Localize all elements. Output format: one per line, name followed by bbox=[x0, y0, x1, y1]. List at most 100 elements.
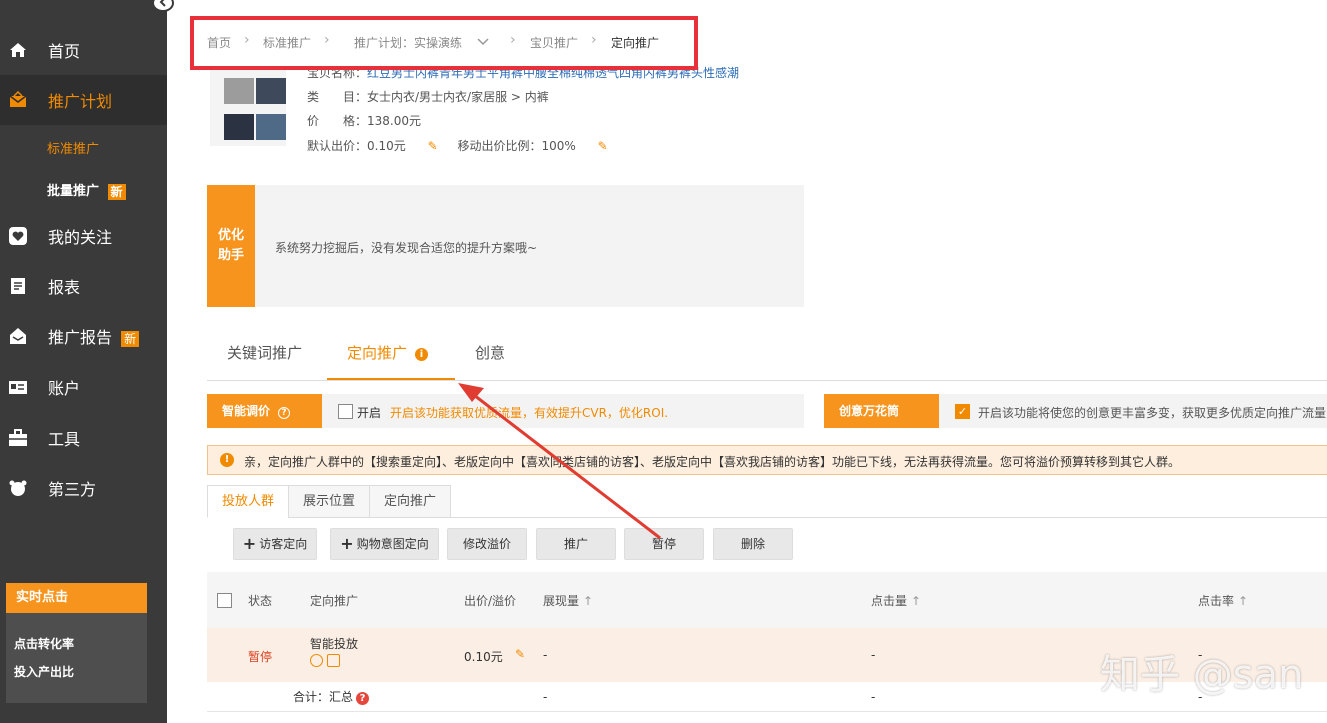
th-bid: 出价/溢价 bbox=[464, 594, 517, 608]
edit-premium-button[interactable]: 修改溢价 bbox=[447, 528, 527, 560]
optimizer-tag-text: 优化助手 bbox=[217, 228, 244, 263]
default-bid-value: 0.10元 bbox=[367, 139, 406, 153]
sort-up-icon: ↑ bbox=[1238, 594, 1249, 608]
nav-campaign[interactable]: 推广计划 bbox=[0, 75, 167, 125]
tab-targeting-label: 定向推广 bbox=[347, 344, 408, 362]
breadcrumb-standard[interactable]: 标准推广 bbox=[263, 34, 311, 51]
collapse-sidebar-button[interactable] bbox=[152, 0, 174, 12]
info-icon[interactable]: i bbox=[415, 348, 429, 361]
breadcrumb-separator-icon: › bbox=[324, 32, 330, 48]
creative-tag: 创意万花筒 bbox=[824, 394, 939, 428]
th-impressions[interactable]: 展现量 ↑ bbox=[543, 592, 593, 609]
sub-batch[interactable]: 批量推广 新 bbox=[47, 180, 126, 200]
nav-home[interactable]: 首页 bbox=[0, 25, 167, 75]
account-card-icon bbox=[9, 381, 27, 394]
nav-thirdparty[interactable]: 第三方 bbox=[0, 463, 167, 513]
product-category-label: 类 目： bbox=[307, 90, 368, 104]
report-icon bbox=[11, 278, 25, 294]
thumb-tile bbox=[256, 78, 286, 104]
thumb-tile bbox=[224, 78, 254, 104]
help-icon[interactable]: ? bbox=[356, 692, 370, 705]
nav-promo-report[interactable]: 推广报告 新 bbox=[0, 311, 167, 361]
realtime-roi: 投入产出比 bbox=[14, 665, 75, 679]
sort-up-icon: ↑ bbox=[911, 594, 922, 608]
delete-button[interactable]: 删除 bbox=[713, 528, 793, 560]
edit-ratio-pencil-icon[interactable]: ✎ bbox=[598, 139, 608, 153]
play-icon[interactable] bbox=[310, 654, 323, 667]
nav-report[interactable]: 报表 bbox=[0, 261, 167, 311]
subtab-targeting[interactable]: 定向推广 bbox=[369, 485, 451, 518]
th-ctr[interactable]: 点击率 ↑ bbox=[1198, 592, 1248, 609]
total-label: 合计：汇总? bbox=[293, 688, 370, 705]
smart-bid-tag-text: 智能调价 bbox=[222, 404, 271, 418]
row-impressions: - bbox=[543, 648, 548, 662]
sidebar: 首页 推广计划 标准推广 批量推广 新 我的关注 报表 推广报告 新 账户 工具… bbox=[0, 0, 174, 723]
th-impressions-label: 展现量 bbox=[543, 594, 580, 608]
pause-button[interactable]: 暂停 bbox=[624, 528, 704, 560]
breadcrumb-home[interactable]: 首页 bbox=[207, 34, 231, 51]
intent-targeting-button[interactable]: + 购物意图定向 bbox=[330, 528, 439, 560]
help-icon[interactable]: ? bbox=[278, 407, 291, 419]
edit-row-bid-pencil-icon[interactable]: ✎ bbox=[515, 647, 525, 661]
breadcrumb: 首页 › 标准推广 › 推广计划：实操演练 › 宝贝推广 › 定向推广 bbox=[190, 16, 698, 70]
optimizer-tag: 优化助手 bbox=[207, 185, 255, 307]
warning-icon: ! bbox=[220, 453, 234, 467]
sub-tabs: 投放人群 展示位置 定向推广 bbox=[207, 485, 1327, 518]
realtime-title[interactable]: 实时点击 bbox=[6, 583, 147, 613]
new-badge: 新 bbox=[121, 330, 140, 347]
row-clicks: - bbox=[871, 648, 876, 662]
nav-tools[interactable]: 工具 bbox=[0, 413, 167, 463]
total-clicks: - bbox=[871, 690, 876, 704]
default-bid-label: 默认出价： bbox=[307, 139, 368, 153]
select-all-checkbox[interactable] bbox=[217, 593, 232, 608]
product-category-value: 女士内衣/男士内衣/家居服 > 内裤 bbox=[367, 90, 549, 104]
toolbox-icon bbox=[9, 429, 27, 446]
row-bid: 0.10元 bbox=[464, 650, 503, 664]
nav-favorites[interactable]: 我的关注 bbox=[0, 211, 167, 261]
th-target: 定向推广 bbox=[310, 594, 359, 608]
sort-up-icon: ↑ bbox=[583, 594, 594, 608]
subtab-audience[interactable]: 投放人群 bbox=[207, 485, 289, 518]
product-price-value: 138.00元 bbox=[367, 114, 422, 128]
total-impressions: - bbox=[543, 690, 548, 704]
subtab-placement[interactable]: 展示位置 bbox=[288, 485, 370, 518]
product-price-label: 价 格： bbox=[307, 114, 368, 128]
smart-bid-checkbox-label: 开启 bbox=[357, 406, 382, 420]
chevron-down-icon[interactable] bbox=[477, 38, 489, 46]
tab-creative[interactable]: 创意 bbox=[475, 342, 505, 363]
breadcrumb-item[interactable]: 宝贝推广 bbox=[530, 34, 578, 51]
realtime-cvr: 点击转化率 bbox=[14, 637, 75, 651]
report-small-icon[interactable] bbox=[327, 654, 340, 667]
nav-account-label: 账户 bbox=[48, 379, 81, 398]
tab-keyword[interactable]: 关键词推广 bbox=[227, 342, 302, 363]
row-target: 智能投放 bbox=[310, 637, 359, 651]
nav-favorites-label: 我的关注 bbox=[48, 228, 113, 247]
th-ctr-label: 点击率 bbox=[1198, 594, 1235, 608]
plus-icon: + bbox=[242, 534, 257, 553]
notice-text: 亲，定向推广人群中的【搜索重定向】、老版定向中【喜欢同类店铺的访客】、老版定向中… bbox=[244, 455, 1181, 469]
nav-home-label: 首页 bbox=[48, 42, 81, 61]
optimizer-panel: 优化助手 系统努力挖掘后，没有发现合适您的提升方案哦~ bbox=[207, 185, 804, 307]
creative-desc: 开启该功能将使您的创意更丰富多变，获取更多优质定向推广流量 bbox=[978, 406, 1327, 420]
thumb-tile bbox=[224, 114, 254, 140]
breadcrumb-plan[interactable]: 推广计划：实操演练 bbox=[354, 34, 462, 51]
home-icon bbox=[10, 43, 26, 57]
main-tabs: 关键词推广 定向推广 i 创意 bbox=[207, 334, 1327, 381]
collapse-icon bbox=[159, 0, 166, 7]
promote-button[interactable]: 推广 bbox=[536, 528, 616, 560]
table-header: 状态 定向推广 出价/溢价 展现量 ↑ 点击量 ↑ 点击率 ↑ bbox=[207, 572, 1327, 628]
nav-thirdparty-label: 第三方 bbox=[48, 480, 97, 499]
tab-targeting[interactable]: 定向推广 i bbox=[347, 342, 429, 363]
creative-checkbox[interactable]: ✓ bbox=[955, 404, 970, 419]
th-clicks[interactable]: 点击量 ↑ bbox=[871, 592, 921, 609]
product-thumbnail[interactable] bbox=[210, 66, 286, 146]
mobile-ratio-label: 移动出价比例： bbox=[457, 139, 542, 153]
sub-standard-label: 标准推广 bbox=[47, 142, 100, 157]
visitor-targeting-button[interactable]: + 访客定向 bbox=[233, 528, 317, 560]
nav-account[interactable]: 账户 bbox=[0, 362, 167, 412]
smart-bid-checkbox[interactable] bbox=[338, 404, 353, 419]
edit-bid-pencil-icon[interactable]: ✎ bbox=[428, 139, 438, 153]
sub-standard[interactable]: 标准推广 bbox=[47, 138, 99, 157]
sub-batch-label: 批量推广 bbox=[47, 184, 100, 199]
th-status: 状态 bbox=[248, 594, 273, 608]
